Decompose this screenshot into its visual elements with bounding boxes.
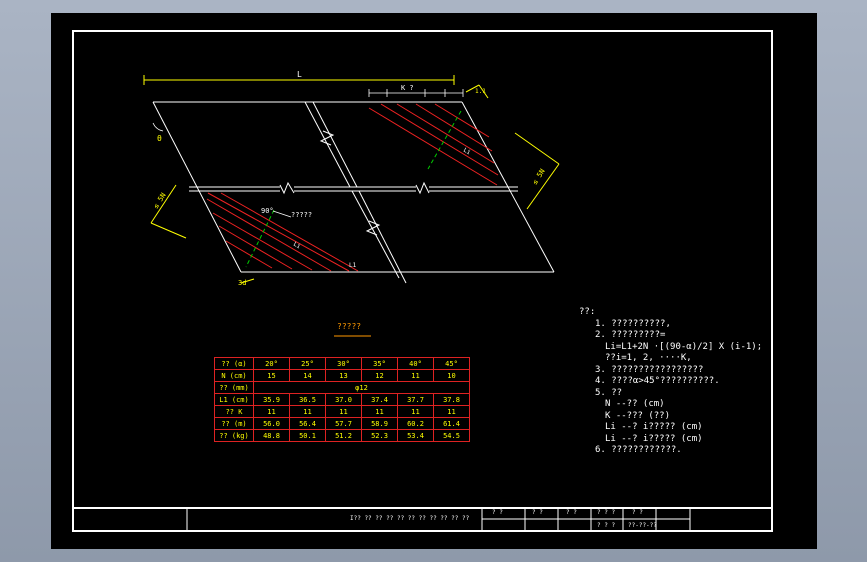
label-rebar-note: ????? <box>291 211 312 219</box>
table-row: ?? (m) 56.0 56.4 57.7 58.9 60.2 61.4 <box>214 417 470 430</box>
table-cell: 11 <box>361 405 398 418</box>
table-title: ????? <box>337 322 362 331</box>
table-cell: 56.0 <box>253 417 290 430</box>
label-d-top: 1.1 <box>475 88 486 95</box>
row-head: ?? (mm) <box>214 381 254 394</box>
title-cell: ? ? <box>632 509 643 516</box>
table-cell: 11 <box>289 405 326 418</box>
table-cell: 61.4 <box>433 417 470 430</box>
label-theta: θ <box>157 134 162 143</box>
rebar-table: ?? (α) 20° 25° 30° 35° 40° 45° N (cm) 15… <box>214 357 470 442</box>
table-row: ?? K 11 11 11 11 11 11 <box>214 405 470 418</box>
table-cell: 11 <box>433 405 470 418</box>
table-cell: 54.5 <box>433 429 470 442</box>
table-cell: 11 <box>397 369 434 382</box>
table-cell: 11 <box>253 405 290 418</box>
note-line: N --?? (cm) <box>605 399 665 409</box>
table-cell: 37.8 <box>433 393 470 406</box>
note-line: 5. ?? <box>595 387 623 398</box>
label-K: K ? <box>401 84 414 92</box>
table-row: L1 (cm) 35.9 36.5 37.0 37.4 37.7 37.8 <box>214 393 470 406</box>
label-d-bottom: 3d <box>238 279 246 287</box>
note-line: 6. ????????????. <box>595 445 682 455</box>
drawing-title: I?? ?? ?? ?? ?? ?? ?? ?? ?? ?? ?? <box>350 515 470 522</box>
slab-drawing: L K ? θ 90° ????? ≤ 5N ≤ 5N 3d 1.1 Li Li… <box>143 70 560 337</box>
table-cell: 11 <box>397 405 434 418</box>
title-cell: ? ? ? <box>597 522 616 529</box>
note-line: 1. ??????????, <box>595 318 671 329</box>
table-cell: 48.8 <box>253 429 290 442</box>
label-90: 90° <box>261 207 274 215</box>
title-block: I?? ?? ?? ?? ?? ?? ?? ?? ?? ?? ?? ? ? ? … <box>72 507 773 532</box>
table-cell: 15 <box>253 369 290 382</box>
note-line: Li --? i????? (cm) <box>605 433 703 444</box>
table-cell: 37.0 <box>325 393 362 406</box>
table-cell: 58.9 <box>361 417 398 430</box>
title-cell: ? ? <box>566 509 577 516</box>
table-cell: 50.1 <box>289 429 326 442</box>
label-L: L <box>297 70 302 79</box>
note-line: Li=L1+2N ·[(90-α)/2] X (i-1); <box>605 341 763 352</box>
table-cell: 35° <box>361 357 398 370</box>
note-line: 3. ????????????????? <box>595 364 704 375</box>
row-head: ?? K <box>214 405 254 418</box>
title-cell: ? ? <box>532 509 543 516</box>
table-cell: 52.3 <box>361 429 398 442</box>
table-cell: 13 <box>325 369 362 382</box>
title-cell: ??-??-?? <box>628 522 657 529</box>
table-cell: 53.4 <box>397 429 434 442</box>
note-line: 2. ?????????= <box>595 330 666 340</box>
table-cell: 36.5 <box>289 393 326 406</box>
label-li-3: L1 <box>349 262 357 269</box>
row-head: ?? (kg) <box>214 429 254 442</box>
note-line: 4. ????α>45°??????????. <box>595 376 720 386</box>
row-head: ?? (m) <box>214 417 254 430</box>
notes-block: ??: 1. ??????????, 2. ?????????= Li=L1+2… <box>579 307 762 457</box>
table-cell: 20° <box>253 357 290 370</box>
table-cell: 35.9 <box>253 393 290 406</box>
table-cell: 37.4 <box>361 393 398 406</box>
table-cell: 40° <box>397 357 434 370</box>
table-cell: 25° <box>289 357 326 370</box>
table-row: ?? (α) 20° 25° 30° 35° 40° 45° <box>214 357 470 370</box>
table-cell: 51.2 <box>325 429 362 442</box>
table-cell: 37.7 <box>397 393 434 406</box>
title-cell: ? ? ? <box>597 509 616 516</box>
table-cell: 60.2 <box>397 417 434 430</box>
table-cell: 14 <box>289 369 326 382</box>
row-head: ?? (α) <box>214 357 254 370</box>
note-line: Li --? i????? (cm) <box>605 422 703 432</box>
cad-canvas: L K ? θ 90° ????? ≤ 5N ≤ 5N 3d 1.1 Li Li… <box>51 13 817 549</box>
table-row: ?? (kg) 48.8 50.1 51.2 52.3 53.4 54.5 <box>214 429 470 442</box>
table-row: ?? (mm) φ12 <box>214 381 470 394</box>
note-line: ??i=1, 2, ····K, <box>605 353 692 363</box>
table-cell: 56.4 <box>289 417 326 430</box>
notes-heading: ??: <box>579 307 596 317</box>
note-line: K --??? (??) <box>605 410 671 421</box>
table-cell: 10 <box>433 369 470 382</box>
row-head: L1 (cm) <box>214 393 254 406</box>
table-cell: 57.7 <box>325 417 362 430</box>
title-cell: ? ? <box>492 509 503 516</box>
table-cell: 45° <box>433 357 470 370</box>
table-cell: 12 <box>361 369 398 382</box>
table-cell: 30° <box>325 357 362 370</box>
label-d-right: ≤ 5N <box>531 168 547 187</box>
row-head: N (cm) <box>214 369 254 382</box>
table-cell: 11 <box>325 405 362 418</box>
table-cell: φ12 <box>253 381 470 394</box>
label-li-1: Li <box>462 147 472 157</box>
table-row: N (cm) 15 14 13 12 11 10 <box>214 369 470 382</box>
